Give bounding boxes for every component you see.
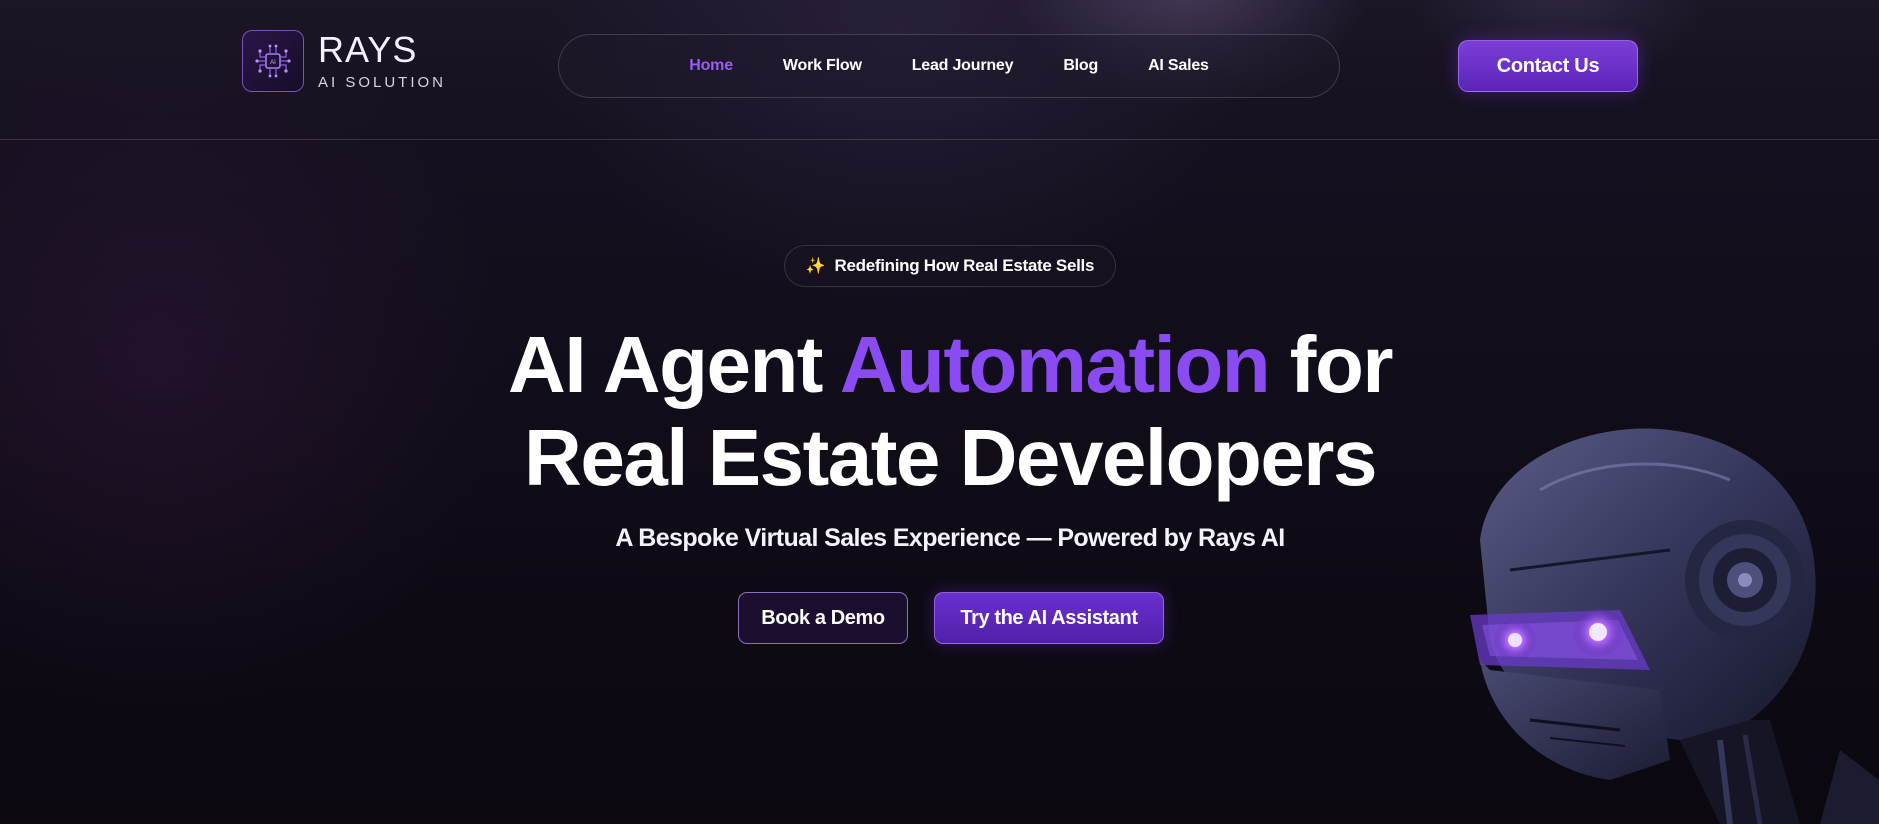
nav-item-lead-journey[interactable]: Lead Journey — [912, 57, 1014, 75]
main-nav: Home Work Flow Lead Journey Blog AI Sale… — [558, 34, 1340, 98]
logo-title: RAYS — [318, 28, 418, 70]
logo[interactable]: AI RAYS AI SOLUTION — [242, 30, 446, 92]
svg-text:AI: AI — [270, 60, 276, 66]
headline-accent: Automation — [839, 320, 1271, 409]
site-header: AI RAYS AI SOLUTION Home Work Flow Lead … — [0, 0, 1879, 140]
logo-text: RAYS AI SOLUTION — [318, 28, 447, 91]
headline-part2: for — [1269, 320, 1394, 409]
circuit-chip-icon: AI — [242, 30, 304, 92]
nav-item-ai-sales[interactable]: AI Sales — [1148, 57, 1209, 75]
sparkles-icon: ✨ — [805, 258, 826, 275]
page: AI RAYS AI SOLUTION Home Work Flow Lead … — [0, 0, 1879, 824]
book-demo-button[interactable]: Book a Demo — [738, 592, 908, 644]
try-ai-assistant-button[interactable]: Try the AI Assistant — [934, 592, 1164, 644]
robot-head-image — [1420, 420, 1879, 824]
headline-line2: Real Estate Developers — [524, 413, 1377, 502]
headline-part1: AI Agent — [508, 320, 840, 409]
hero-badge: ✨ Redefining How Real Estate Sells — [784, 245, 1116, 287]
nav-item-blog[interactable]: Blog — [1063, 57, 1098, 75]
nav-item-work-flow[interactable]: Work Flow — [783, 57, 862, 75]
nav-item-home[interactable]: Home — [689, 57, 733, 75]
badge-text: Redefining How Real Estate Sells — [834, 256, 1095, 275]
contact-us-button[interactable]: Contact Us — [1458, 40, 1638, 92]
hero-actions: Book a Demo Try the AI Assistant — [738, 592, 1164, 644]
logo-subtitle: AI SOLUTION — [318, 73, 447, 91]
